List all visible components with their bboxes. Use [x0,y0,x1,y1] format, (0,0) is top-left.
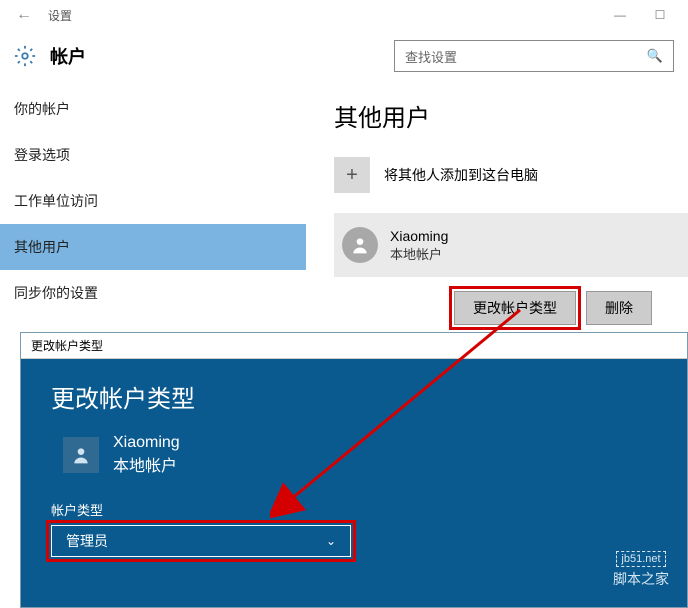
watermark-text: 脚本之家 [613,569,669,589]
sidebar: 你的帐户 登录选项 工作单位访问 其他用户 同步你的设置 [0,86,306,325]
dialog-avatar [63,437,99,473]
sidebar-item-other-users[interactable]: 其他用户 [0,224,306,270]
content-heading: 其他用户 [334,98,688,133]
dialog-user-name: Xiaoming [113,434,180,452]
user-name: Xiaoming [390,228,448,244]
minimize-button[interactable]: — [600,8,640,22]
window-title: 设置 [48,7,72,24]
dropdown-selected: 管理员 [66,531,108,551]
plus-icon: + [334,157,370,193]
sidebar-item-work-access[interactable]: 工作单位访问 [0,178,306,224]
delete-button[interactable]: 删除 [586,291,652,325]
change-account-type-button[interactable]: 更改帐户类型 [454,291,576,325]
account-type-label: 帐户类型 [51,500,657,519]
sidebar-item-your-account[interactable]: 你的帐户 [0,86,306,132]
page-title: 帐户 [50,43,86,69]
back-button[interactable]: ← [8,6,40,24]
search-icon: 🔍 [647,48,663,64]
add-user-button[interactable]: + 将其他人添加到这台电脑 [334,157,688,193]
user-type: 本地帐户 [390,244,448,263]
dialog-user-type: 本地帐户 [113,452,180,476]
change-account-type-dialog: 更改帐户类型 更改帐户类型 Xiaoming 本地帐户 帐户类型 管理员 ⌄ j… [20,332,688,608]
gear-icon [14,45,36,67]
account-type-dropdown[interactable]: 管理员 ⌄ [51,525,351,557]
user-row[interactable]: Xiaoming 本地帐户 [334,213,688,277]
person-icon [71,445,91,465]
avatar [342,227,378,263]
chevron-down-icon: ⌄ [326,534,336,548]
sidebar-item-signin-options[interactable]: 登录选项 [0,132,306,178]
search-input[interactable]: 查找设置 🔍 [394,40,674,72]
maximize-button[interactable]: ☐ [640,8,680,22]
dialog-heading: 更改帐户类型 [51,379,657,414]
watermark-url: jb51.net [616,551,665,567]
add-user-label: 将其他人添加到这台电脑 [384,165,538,185]
person-icon [350,235,370,255]
search-placeholder: 查找设置 [405,47,457,66]
watermark: jb51.net 脚本之家 [613,549,669,589]
dialog-titlebar: 更改帐户类型 [21,333,687,359]
sidebar-item-sync-settings[interactable]: 同步你的设置 [0,270,306,316]
